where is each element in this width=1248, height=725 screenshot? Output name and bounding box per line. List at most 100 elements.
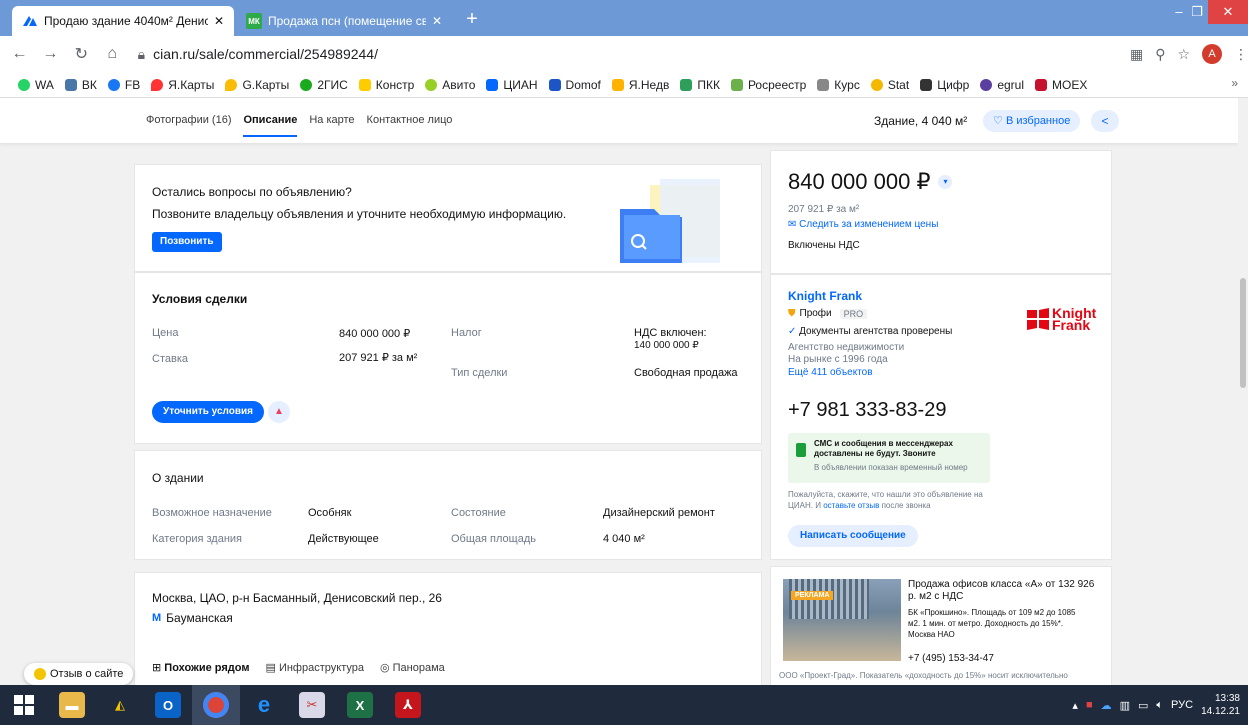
start-button[interactable]	[0, 685, 48, 725]
tab-similar-nearby[interactable]: ⊞ Похожие рядом	[152, 661, 249, 674]
feedback-button[interactable]: Отзыв о сайте	[24, 663, 134, 685]
more-objects-link[interactable]: Ещё 411 объектов	[788, 367, 873, 378]
leave-review-link[interactable]: оставьте отзыв	[823, 501, 879, 510]
browser-toolbar: ← → ↻ ⌂ 🔒︎ cian.ru/sale/commercial/25498…	[0, 36, 1248, 72]
deal-terms-card: Условия сделки Цена 840 000 000 ₽ Ставка…	[134, 272, 762, 444]
new-tab-button[interactable]: +	[460, 8, 484, 32]
tab-active[interactable]: Продаю здание 4040м² Денисо ✕	[12, 6, 234, 36]
taskbar-ie[interactable]: e	[240, 685, 288, 725]
bookmark-avito[interactable]: Авито	[425, 78, 475, 92]
questions-title: Остались вопросы по объявлению?	[152, 185, 352, 199]
profi-badge: ⛊ Профи PRO	[788, 308, 868, 319]
subnav-photos[interactable]: Фотографии (16)	[146, 114, 231, 137]
taskbar-chart-app[interactable]: ◭	[96, 685, 144, 725]
agent-since: На рынке с 1996 года	[788, 354, 888, 365]
address-bar[interactable]: 🔒︎ cian.ru/sale/commercial/254989244/	[138, 46, 1130, 63]
bookmark-pkk[interactable]: ПКК	[680, 78, 720, 92]
vat-included: Включены НДС	[788, 240, 860, 251]
tab-close-icon[interactable]: ✕	[214, 14, 224, 28]
taskbar-snip[interactable]: ✂	[288, 685, 336, 725]
tab-close-icon[interactable]: ✕	[432, 14, 442, 28]
subnav-contact[interactable]: Контактное лицо	[367, 114, 453, 137]
subnav-description[interactable]: Описание	[243, 114, 298, 137]
tab-infrastructure[interactable]: ▤ Инфраструктура	[265, 661, 363, 674]
bookmark-wa[interactable]: WA	[18, 78, 54, 92]
tab-inactive[interactable]: МК Продажа псн (помещение своб ✕	[236, 6, 452, 36]
bookmark-cifr[interactable]: Цифр	[920, 78, 969, 92]
avatar[interactable]: A	[1202, 44, 1223, 64]
tray-app-icon[interactable]: ■	[1086, 699, 1093, 711]
call-button[interactable]: Позвонить	[152, 232, 222, 252]
taskbar-acrobat[interactable]: ⅄	[384, 685, 432, 725]
price-dropdown-icon[interactable]: ▾	[938, 175, 953, 189]
bookmark-yandex-nedv[interactable]: Я.Недв	[611, 78, 669, 92]
share-icon: <	[1101, 114, 1109, 128]
volume-icon[interactable]: 🔈︎	[1156, 699, 1163, 712]
ad-phone[interactable]: +7 (495) 153-34-47	[908, 653, 994, 664]
zoom-icon[interactable]: ⚲	[1155, 46, 1165, 63]
acrobat-icon: ⅄	[395, 692, 421, 718]
ad-card[interactable]: РЕКЛАМА Продажа офисов класса «А» от 132…	[770, 566, 1112, 685]
write-message-button[interactable]: Написать сообщение	[788, 525, 918, 547]
taskbar-excel[interactable]: X	[336, 685, 384, 725]
bookmark-star-icon[interactable]: ☆	[1177, 46, 1190, 63]
taskbar-chrome[interactable]	[192, 685, 240, 725]
tab-panorama[interactable]: ◎ Панорама	[380, 661, 445, 674]
lock-icon: 🔒︎	[137, 45, 146, 62]
follow-price-link[interactable]: ✉ Следить за изменением цены	[788, 219, 938, 230]
subnav-map[interactable]: На карте	[309, 114, 354, 137]
bookmarks-more-icon[interactable]: »	[1231, 76, 1238, 90]
verified: ✓ Документы агентства проверены	[788, 326, 953, 337]
favorite-button[interactable]: ♡ В избранное	[983, 110, 1081, 132]
network-icon[interactable]: ▥	[1120, 699, 1130, 712]
clarify-terms-button[interactable]: Уточнить условия	[152, 401, 264, 423]
ad-description: БК «Прокшино». Площадь от 109 м2 до 1085…	[908, 608, 1076, 639]
bookmark-moex[interactable]: MOEX	[1035, 78, 1087, 92]
home-icon[interactable]: ⌂	[101, 45, 124, 63]
agent-name[interactable]: Knight Frank	[788, 289, 862, 303]
area-label: Общая площадь	[451, 533, 536, 545]
taskbar-outlook[interactable]: O	[144, 685, 192, 725]
bookmark-google-maps[interactable]: G.Карты	[225, 78, 289, 92]
share-button[interactable]: <	[1091, 110, 1119, 132]
bookmark-vk[interactable]: ВК	[64, 78, 97, 92]
chrome-icon	[203, 692, 229, 718]
tax-label: Налог	[451, 327, 482, 339]
forward-icon[interactable]: →	[39, 45, 62, 63]
questions-text: Позвоните владельцу объявления и уточнит…	[152, 207, 567, 221]
close-window-icon[interactable]: ✕	[1208, 0, 1248, 24]
price-label: Цена	[152, 327, 179, 339]
clock[interactable]: 13:38 14.12.21	[1201, 692, 1240, 718]
sms-note: В объявлении показан временный номер	[814, 463, 968, 472]
reload-icon[interactable]: ↻	[70, 44, 93, 64]
tax-value-line1: НДС включен:	[634, 327, 707, 339]
warning-icon[interactable]: ▲	[268, 401, 290, 423]
taskbar-explorer[interactable]: ▬	[48, 685, 96, 725]
bookmark-rosreestr[interactable]: Росреестр	[730, 78, 806, 92]
bookmark-cian[interactable]: ЦИАН	[486, 78, 538, 92]
bookmark-yandex-maps[interactable]: Я.Карты	[151, 78, 214, 92]
qr-icon[interactable]: ▦	[1130, 46, 1143, 63]
bookmark-fb[interactable]: FB	[107, 78, 140, 92]
bookmark-egrul[interactable]: egrul	[980, 78, 1024, 92]
snipping-icon: ✂	[299, 692, 325, 718]
ad-title[interactable]: Продажа офисов класса «А» от 132 926 р. м…	[908, 579, 1094, 603]
menu-icon[interactable]: ⋮	[1234, 46, 1248, 63]
bookmark-stat[interactable]: Stat	[870, 78, 909, 92]
scrollbar-thumb[interactable]	[1240, 278, 1246, 388]
purpose-value: Особняк	[308, 507, 352, 519]
battery-icon[interactable]: ▭	[1138, 699, 1148, 712]
onedrive-icon[interactable]: ☁	[1101, 699, 1112, 712]
page-scrollbar[interactable]	[1238, 98, 1248, 685]
knight-frank-logo-icon	[1027, 308, 1049, 330]
deal-type-value: Свободная продажа	[634, 367, 738, 379]
language-indicator[interactable]: РУС	[1171, 699, 1193, 711]
tray-up-icon[interactable]: ▴	[1072, 699, 1078, 712]
bookmark-domof[interactable]: Domof	[548, 78, 601, 92]
bookmark-2gis[interactable]: 2ГИС	[300, 78, 348, 92]
address[interactable]: Москва, ЦАО, р-н Басманный, Денисовский …	[152, 591, 442, 605]
agent-phone[interactable]: +7 981 333-83-29	[788, 399, 946, 422]
bookmark-konstr[interactable]: Констр	[358, 78, 414, 92]
bookmark-kurs[interactable]: Курс	[817, 78, 860, 92]
back-icon[interactable]: ←	[8, 45, 31, 63]
